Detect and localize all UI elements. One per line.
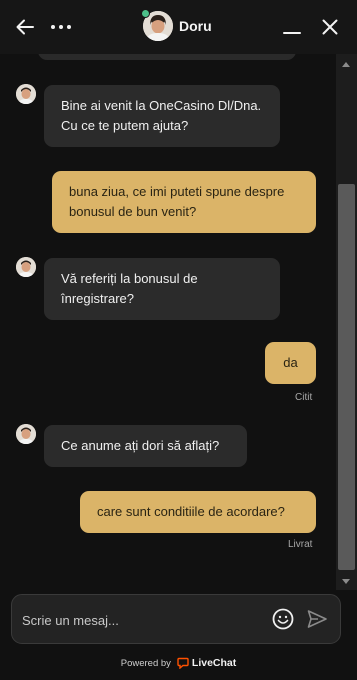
send-icon (307, 610, 327, 628)
livechat-logo-icon (177, 657, 189, 669)
agent-message-bubble: Vă referiți la bonusul de înregistrare? (44, 258, 280, 320)
previous-message-bubble (38, 54, 296, 60)
agent-message-bubble: Ce anume ați dori să aflați? (44, 425, 247, 467)
agent-name: Doru (179, 18, 212, 34)
delivered-status: Livrat (288, 539, 313, 550)
send-button[interactable] (306, 608, 328, 630)
agent-message-bubble: Bine ai venit la OneCasino Dl/Dna. Cu ce… (44, 85, 280, 147)
agent-avatar-small (16, 84, 36, 104)
close-button[interactable] (315, 0, 345, 54)
chat-header: Doru (0, 0, 357, 54)
online-status-dot (141, 9, 150, 18)
scroll-down-arrow-icon[interactable] (342, 579, 350, 584)
user-message-bubble: buna ziua, ce imi puteti spune despre bo… (52, 171, 316, 233)
minimize-button[interactable] (277, 0, 307, 54)
message-list: Bine ai venit la OneCasino Dl/Dna. Cu ce… (0, 54, 336, 590)
read-status: Citit (295, 392, 313, 403)
livechat-brand-link[interactable]: LiveChat (177, 657, 236, 669)
user-message-bubble: da (265, 342, 316, 384)
user-message-bubble: care sunt conditiile de acordare? (80, 491, 316, 533)
minimize-icon (283, 32, 301, 34)
close-icon (322, 19, 338, 35)
back-button[interactable] (8, 0, 42, 54)
agent-avatar-small (16, 424, 36, 444)
agent-info: Doru (141, 9, 212, 41)
emoji-button[interactable] (272, 608, 294, 630)
scrollbar-thumb[interactable] (338, 184, 355, 570)
powered-by-footer: Powered by LiveChat (0, 655, 357, 671)
arrow-left-icon (16, 19, 34, 35)
more-options-button[interactable] (44, 0, 78, 54)
smiley-icon (272, 608, 294, 630)
powered-by-text: Powered by (120, 657, 171, 669)
agent-avatar-small (16, 257, 36, 277)
message-scrollbar[interactable] (336, 54, 357, 590)
agent-avatar (141, 9, 173, 41)
livechat-brand-text: LiveChat (191, 657, 237, 669)
more-horizontal-icon (51, 25, 71, 29)
message-composer (11, 594, 341, 644)
message-input[interactable] (22, 608, 262, 632)
scroll-up-arrow-icon[interactable] (342, 62, 350, 67)
